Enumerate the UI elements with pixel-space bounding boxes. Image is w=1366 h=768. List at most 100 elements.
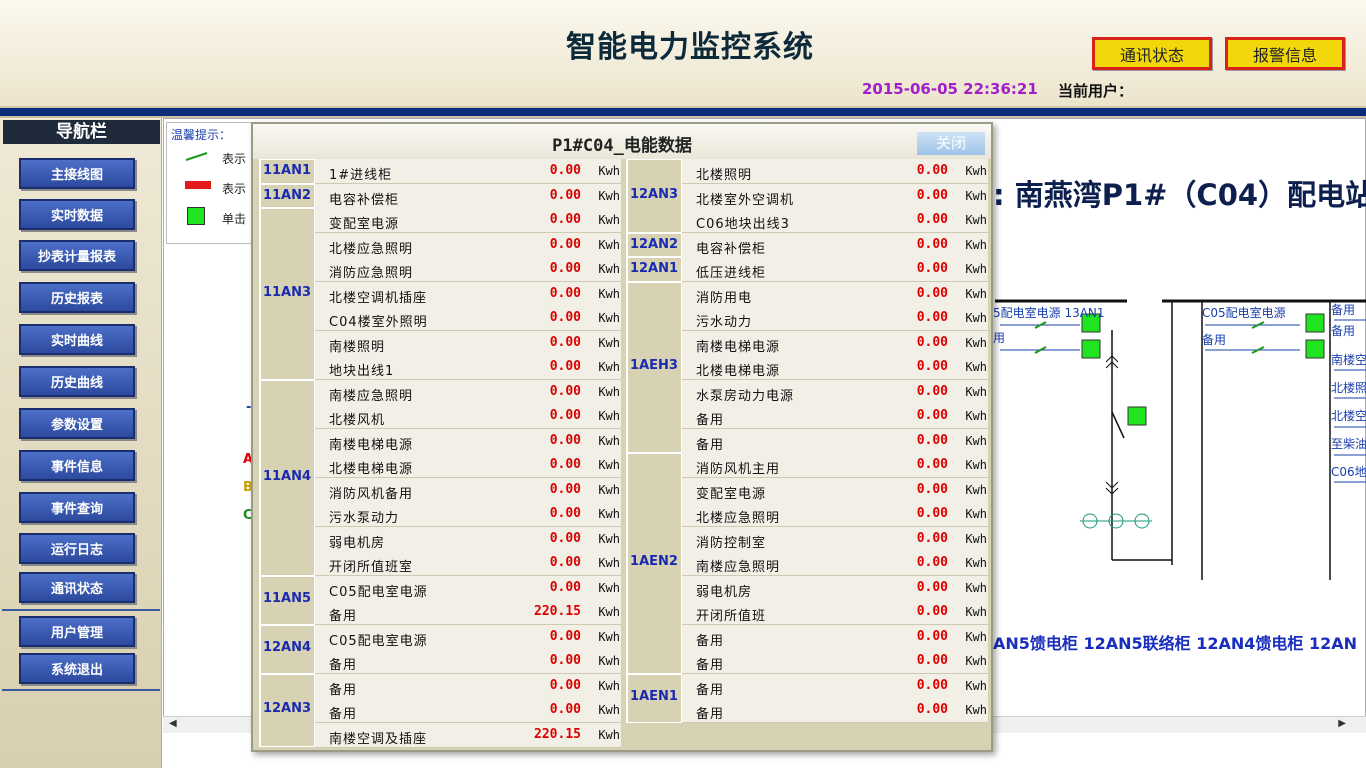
circuit-name: 电容补偿柜 — [329, 192, 400, 208]
alarm-color-icon — [185, 181, 211, 189]
scroll-right-icon[interactable]: ▶ — [1338, 718, 1346, 729]
circuit-name: 备用 — [696, 658, 725, 673]
energy-value: 0.00 — [549, 579, 581, 595]
circuit-name: 北楼应急照明 — [696, 511, 781, 526]
energy-unit: Kwh — [965, 164, 987, 178]
group-label: 12AN1 — [629, 261, 679, 276]
energy-value: 0.00 — [916, 285, 948, 301]
circuit-name: 北楼照明 — [696, 168, 753, 183]
circuit-name: 备用 — [696, 437, 725, 453]
table-row: 变配室电源 0.00 Kwh — [315, 208, 621, 233]
energy-unit: Kwh — [965, 286, 987, 301]
close-button[interactable]: 关闭 — [917, 132, 985, 155]
nav-main-diagram[interactable]: 主接线图 — [19, 158, 135, 189]
table-row: 备用 220.15 Kwh — [315, 600, 621, 625]
comm-status-button[interactable]: 通讯状态 — [1092, 37, 1212, 70]
tip-line-2: 表示 — [222, 182, 247, 196]
table-row: 备用 0.00 Kwh — [682, 428, 988, 454]
energy-value: 0.00 — [549, 285, 581, 301]
energy-unit: Kwh — [965, 433, 987, 448]
table-row: C04楼室外照明 0.00 Kwh — [315, 306, 621, 331]
circuit-name: 南楼应急照明 — [696, 560, 781, 575]
energy-table-right: 12AN3 北楼照明 0.00 Kwh 北楼室外空调机 0.00 Kwh C06地块出线3 0.… — [626, 159, 993, 749]
table-row: 消防用电 0.00 Kwh — [682, 281, 988, 307]
energy-value: 0.00 — [916, 653, 948, 668]
table-row: 备用 0.00 Kwh — [682, 404, 988, 429]
table-row: 1#进线柜 0.00 Kwh — [315, 159, 621, 184]
circuit-name: 变配室电源 — [329, 217, 400, 232]
diagram-label: 用 — [993, 331, 1005, 345]
energy-unit: Kwh — [965, 237, 987, 252]
table-row: 备用 0.00 Kwh — [315, 673, 621, 699]
table-row: C05配电室电源 0.00 Kwh — [315, 575, 621, 601]
circuit-name: 北楼风机 — [329, 413, 386, 428]
energy-unit: Kwh — [598, 433, 620, 448]
circuit-name: 备用 — [329, 682, 358, 698]
circuit-name: 北楼室外空调机 — [696, 192, 795, 208]
table-row: 水泵房动力电源 0.00 Kwh — [682, 379, 988, 405]
circuit-name: 地块出线1 — [329, 364, 395, 379]
table-row: 消防风机备用 0.00 Kwh — [315, 477, 621, 503]
energy-value: 0.00 — [916, 457, 948, 472]
energy-value: 0.00 — [916, 530, 948, 546]
circuit-name: 南楼电梯电源 — [329, 437, 414, 453]
energy-value: 0.00 — [916, 187, 948, 203]
nav-comm-status[interactable]: 通讯状态 — [19, 572, 135, 603]
nav-run-log[interactable]: 运行日志 — [19, 533, 135, 564]
group-label: 11AN2 — [262, 187, 312, 203]
table-row: 开闭所值班 0.00 Kwh — [682, 600, 988, 625]
nav-event-query[interactable]: 事件查询 — [19, 492, 135, 523]
nav-event-info[interactable]: 事件信息 — [19, 450, 135, 481]
group-label: 11AN5 — [262, 591, 312, 606]
diagram-label: C05配电室电源 — [1202, 305, 1286, 320]
circuit-name: 消防控制室 — [696, 535, 767, 551]
circuit-name: 北楼电梯电源 — [696, 364, 781, 379]
energy-unit: Kwh — [965, 335, 987, 350]
group-label: 12AN3 — [262, 701, 312, 717]
table-row: 变配室电源 0.00 Kwh — [682, 477, 988, 503]
group-label: 1AEN2 — [630, 554, 678, 570]
energy-value: 0.00 — [549, 163, 581, 178]
energy-unit: Kwh — [598, 678, 620, 693]
scroll-left-icon[interactable]: ◀ — [169, 718, 177, 729]
nav-system-exit[interactable]: 系统退出 — [19, 653, 135, 684]
table-row: 污水泵动力 0.00 Kwh — [315, 502, 621, 527]
energy-value: 0.00 — [549, 261, 581, 276]
circuit-name: 南楼空调及插座 — [329, 731, 428, 747]
energy-unit: Kwh — [598, 213, 620, 227]
nav-user-management[interactable]: 用户管理 — [19, 616, 135, 647]
table-row: 备用 0.00 Kwh — [682, 624, 988, 650]
energy-value: 220.15 — [534, 604, 581, 619]
energy-value: 0.00 — [916, 702, 948, 717]
nav-history-curve[interactable]: 历史曲线 — [19, 366, 135, 397]
energy-unit: Kwh — [598, 727, 620, 742]
energy-value: 0.00 — [916, 163, 948, 178]
energy-value: 0.00 — [549, 334, 581, 350]
energy-unit: Kwh — [965, 384, 987, 399]
table-row: 北楼电梯电源 0.00 Kwh — [682, 355, 988, 380]
table-row: 北楼照明 0.00 Kwh — [682, 159, 988, 184]
vertical-scrollbar[interactable] — [1349, 118, 1366, 733]
circuit-name: 备用 — [696, 633, 725, 649]
nav-param-settings[interactable]: 参数设置 — [19, 408, 135, 439]
nav-realtime-data[interactable]: 实时数据 — [19, 199, 135, 230]
nav-realtime-curve[interactable]: 实时曲线 — [19, 324, 135, 355]
table-row: 弱电机房 0.00 Kwh — [315, 526, 621, 552]
energy-value: 0.00 — [549, 530, 581, 546]
energy-unit: Kwh — [965, 605, 987, 619]
nav-history-report[interactable]: 历史报表 — [19, 282, 135, 313]
circuit-name: 弱电机房 — [696, 584, 753, 600]
energy-unit: Kwh — [598, 458, 620, 472]
nav-meter-report[interactable]: 抄表计量报表 — [19, 240, 135, 271]
energy-value: 0.00 — [549, 457, 581, 472]
table-row: 南楼应急照明 0.00 Kwh — [315, 379, 621, 405]
table-row: 备用 0.00 Kwh — [682, 649, 988, 674]
app-window: 智能电力监控系统 通讯状态 报警信息 2015-06-05 22:36:21 当… — [0, 0, 1366, 768]
alarm-info-button[interactable]: 报警信息 — [1225, 37, 1345, 70]
energy-unit: Kwh — [598, 605, 620, 619]
diagram-label: 备用 — [1202, 333, 1226, 347]
current-user-label: 当前用户： — [1058, 82, 1134, 100]
energy-unit: Kwh — [965, 188, 987, 203]
table-row: 电容补偿柜 0.00 Kwh — [315, 183, 621, 209]
energy-unit: Kwh — [965, 262, 987, 276]
